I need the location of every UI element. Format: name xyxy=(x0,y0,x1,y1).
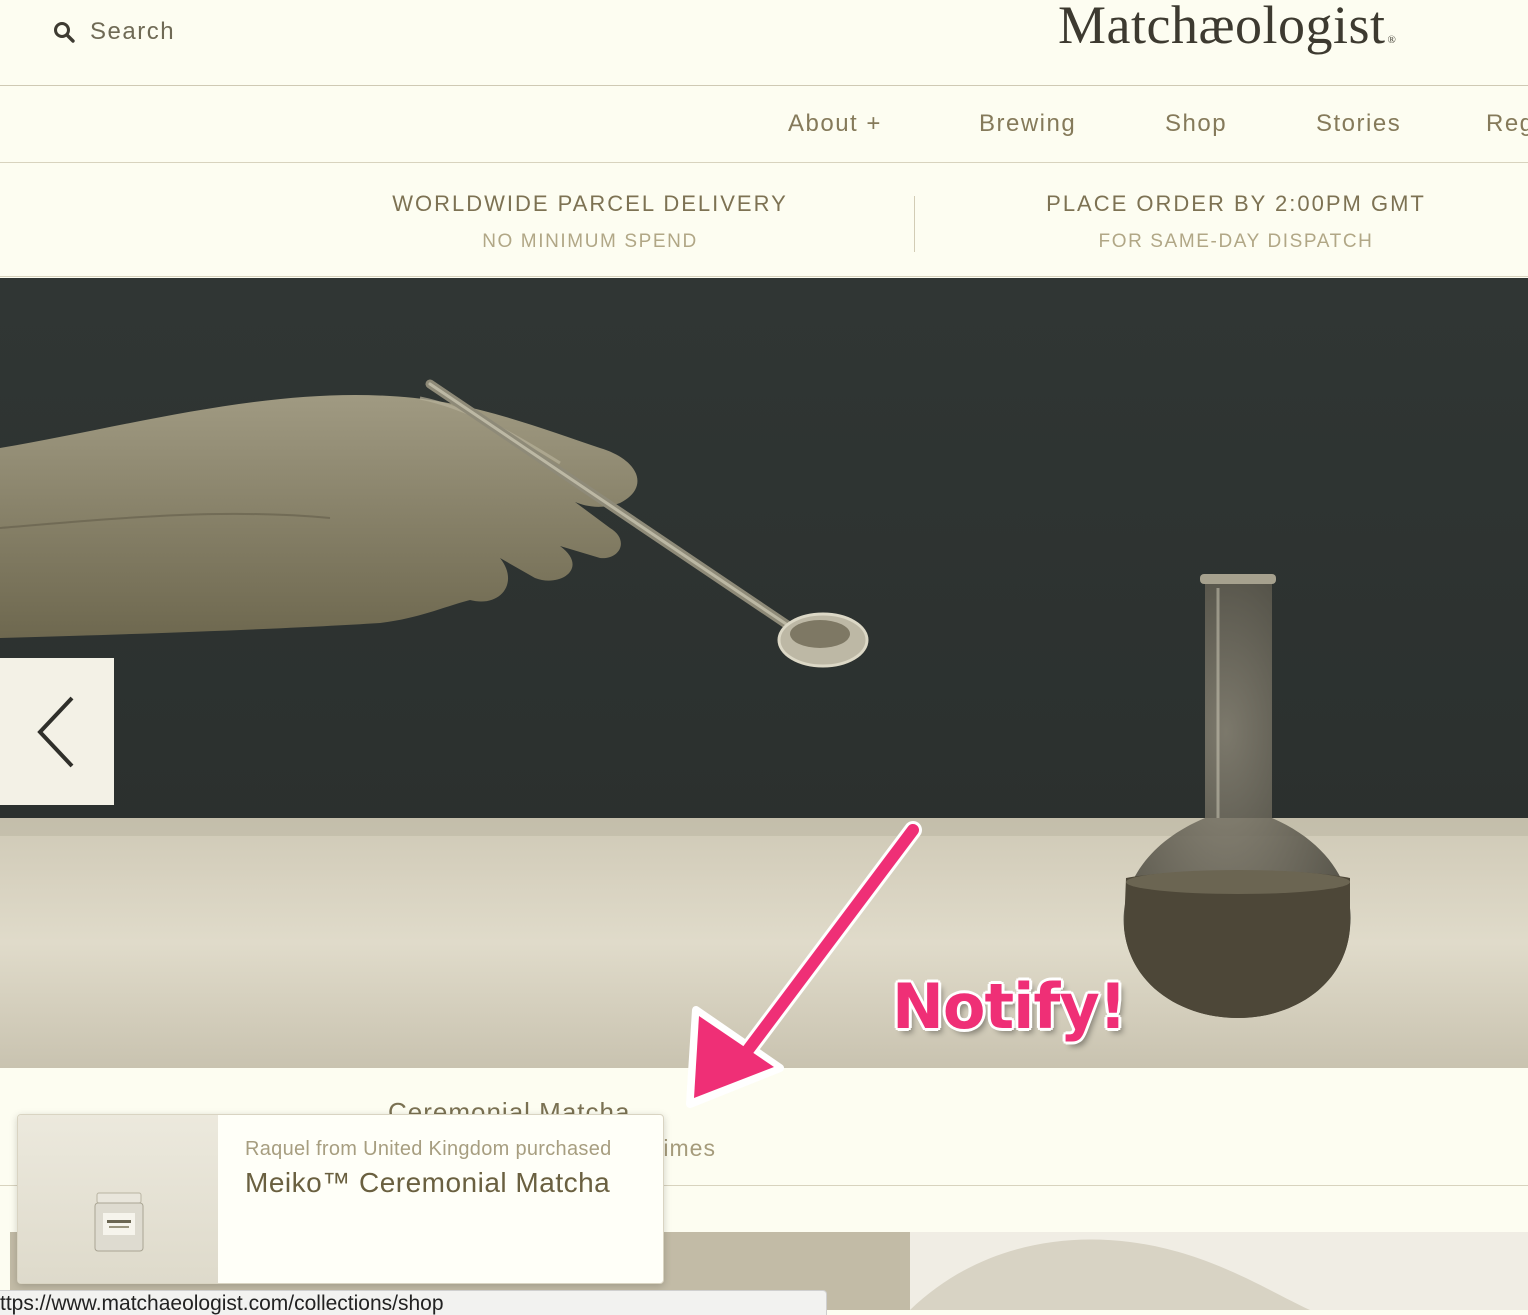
logo-registered-mark: ® xyxy=(1387,34,1397,46)
search-icon xyxy=(54,22,75,43)
notification-buyer: Raquel from United Kingdom purchased xyxy=(245,1138,612,1160)
site-logo[interactable]: Matchæologist ® xyxy=(1058,0,1396,56)
annotation-label: Notify! xyxy=(892,970,1127,1043)
status-bar-url: ttps://www.matchaeologist.com/collection… xyxy=(0,1290,827,1315)
nav-item-stories[interactable]: Stories xyxy=(1316,110,1401,138)
search-button[interactable]: Search xyxy=(52,17,175,47)
nav-item-brewing[interactable]: Brewing xyxy=(979,110,1076,138)
nav-item-reg[interactable]: Reg xyxy=(1486,110,1528,138)
carousel-prev-button[interactable] xyxy=(0,658,114,805)
delivery-subtitle: NO MINIMUM SPEND xyxy=(482,231,698,252)
product-thumbnail xyxy=(18,1115,218,1283)
strip-divider xyxy=(914,196,915,252)
notification-product[interactable]: Meiko™ Ceremonial Matcha xyxy=(245,1167,610,1199)
purchase-notification[interactable]: Raquel from United Kingdom purchased Mei… xyxy=(17,1114,664,1284)
dispatch-info: PLACE ORDER BY 2:00PM GMT FOR SAME-DAY D… xyxy=(976,191,1496,253)
dispatch-subtitle: FOR SAME-DAY DISPATCH xyxy=(1098,231,1374,252)
hero-image xyxy=(0,278,1528,1068)
nav-item-about[interactable]: About + xyxy=(788,110,882,138)
top-bar: Search Matchæologist ® xyxy=(0,0,1528,86)
caption-subtitle: times xyxy=(656,1135,716,1161)
hero-banner xyxy=(0,278,1528,1068)
delivery-info: WORLDWIDE PARCEL DELIVERY NO MINIMUM SPE… xyxy=(330,191,850,253)
info-strip: WORLDWIDE PARCEL DELIVERY NO MINIMUM SPE… xyxy=(0,163,1528,277)
chevron-left-icon xyxy=(37,696,74,767)
main-nav: About + Brewing Shop Stories Reg xyxy=(0,86,1528,163)
delivery-title: WORLDWIDE PARCEL DELIVERY xyxy=(392,191,788,216)
dispatch-title: PLACE ORDER BY 2:00PM GMT xyxy=(1046,191,1426,216)
nav-item-shop[interactable]: Shop xyxy=(1165,110,1227,138)
matcha-tin-image xyxy=(94,1192,144,1252)
logo-text: Matchæologist xyxy=(1058,0,1386,55)
search-label: Search xyxy=(90,18,176,45)
